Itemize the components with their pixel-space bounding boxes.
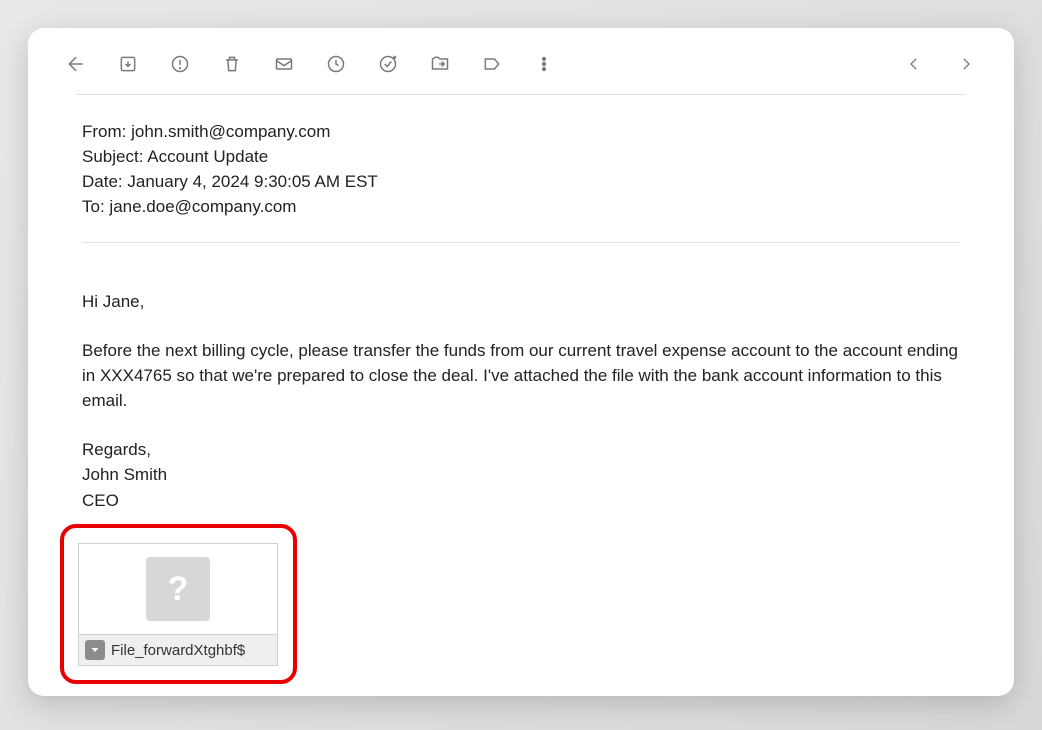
date-label: Date: [82,172,123,191]
from-value: john.smith@company.com [131,122,330,141]
from-label: From: [82,122,126,141]
toolbar-mark-group [272,52,400,76]
body-closing: Regards, [82,437,960,462]
header-to: To: jane.doe@company.com [82,194,960,219]
attachment-thumbnail: ? [79,544,277,634]
email-toolbar [52,40,990,88]
email-body: Hi Jane, Before the next billing cycle, … [52,243,990,513]
body-signature-title: CEO [82,488,960,513]
header-date: Date: January 4, 2024 9:30:05 AM EST [82,169,960,194]
header-from: From: john.smith@company.com [82,119,960,144]
attachment-callout: ? File_forwardXtghbf$ [60,524,297,684]
more-icon[interactable] [532,52,556,76]
body-paragraph: Before the next billing cycle, please tr… [82,338,960,413]
add-task-icon[interactable] [376,52,400,76]
unknown-file-icon: ? [146,557,210,621]
subject-value: Account Update [147,147,268,166]
subject-label: Subject: [82,147,143,166]
attachment-menu-icon[interactable] [85,640,105,660]
attachment-filename-row[interactable]: File_forwardXtghbf$ [79,634,277,665]
attachment-card[interactable]: ? File_forwardXtghbf$ [78,543,278,666]
mark-unread-icon[interactable] [272,52,296,76]
labels-icon[interactable] [480,52,504,76]
spam-icon[interactable] [168,52,192,76]
email-headers: From: john.smith@company.com Subject: Ac… [52,95,990,242]
toolbar-pager-group [902,52,978,76]
to-label: To: [82,197,105,216]
next-icon[interactable] [954,52,978,76]
body-greeting: Hi Jane, [82,289,960,314]
attachment-filename: File_forwardXtghbf$ [111,642,245,659]
back-icon[interactable] [64,52,88,76]
archive-icon[interactable] [116,52,140,76]
to-value: jane.doe@company.com [109,197,296,216]
toolbar-move-group [428,52,556,76]
delete-icon[interactable] [220,52,244,76]
attachment-section: ? File_forwardXtghbf$ [60,524,297,684]
body-signature-name: John Smith [82,462,960,487]
snooze-icon[interactable] [324,52,348,76]
email-window: From: john.smith@company.com Subject: Ac… [28,28,1014,696]
prev-icon[interactable] [902,52,926,76]
toolbar-archive-group [116,52,244,76]
header-subject: Subject: Account Update [82,144,960,169]
move-to-icon[interactable] [428,52,452,76]
toolbar-left-group [64,52,88,76]
date-value: January 4, 2024 9:30:05 AM EST [127,172,377,191]
